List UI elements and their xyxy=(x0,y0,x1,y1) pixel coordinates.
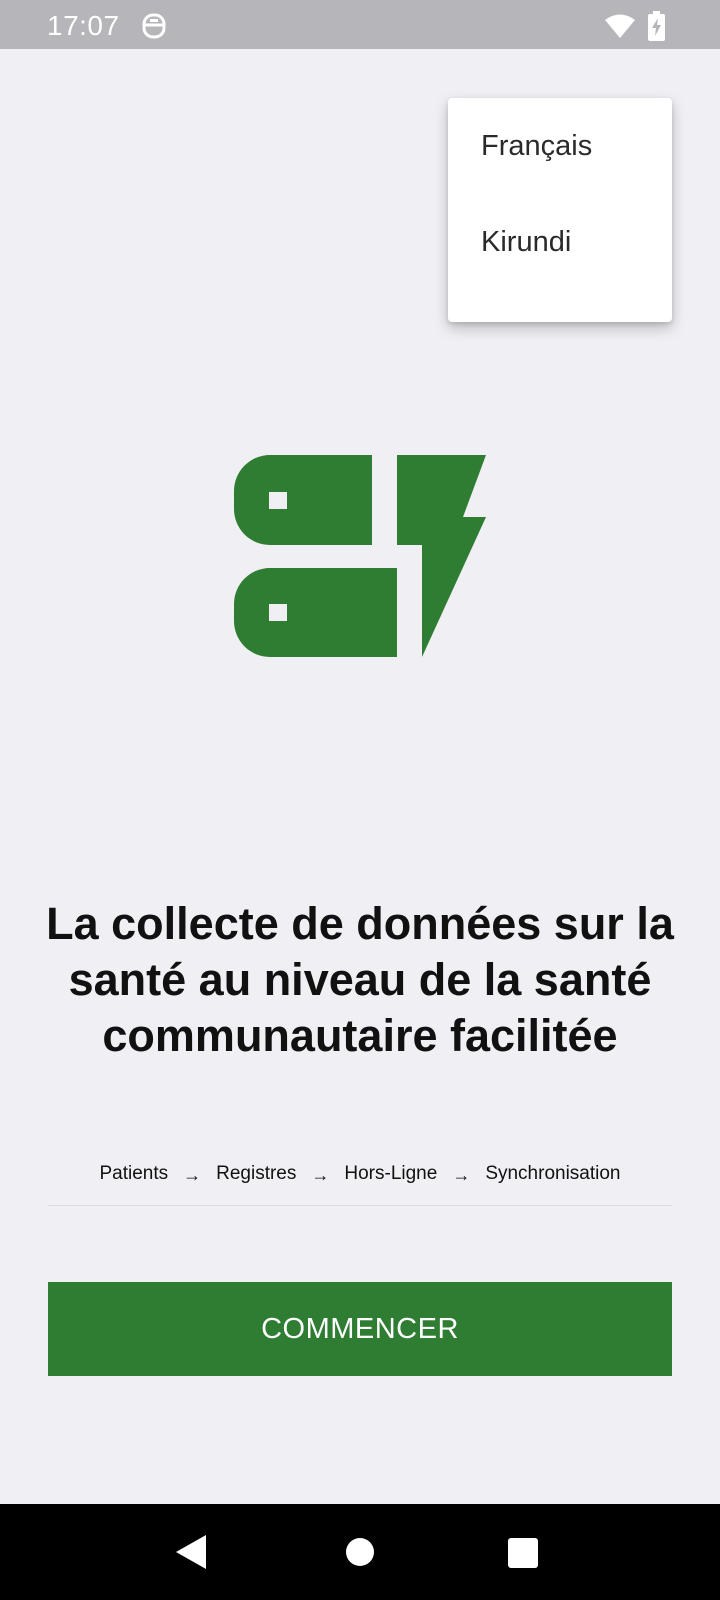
database-bolt-logo xyxy=(234,455,486,657)
feature-steps: Patients → Registres → Hors-Ligne → Synchronis… xyxy=(48,1163,672,1185)
battery-charging-icon xyxy=(648,11,665,41)
menu-item-kirundi[interactable]: Kirundi xyxy=(448,194,672,290)
headline: La collecte de données sur la santé au n… xyxy=(46,898,674,1061)
recents-icon[interactable] xyxy=(508,1538,538,1568)
step-synchronisation: Synchronisation xyxy=(485,1163,621,1184)
start-button[interactable]: COMMENCER xyxy=(48,1282,672,1376)
navigation-bar xyxy=(0,1504,720,1600)
divider xyxy=(48,1205,672,1206)
step-patients: Patients xyxy=(99,1163,169,1184)
wifi-icon xyxy=(605,14,635,38)
status-time: 17:07 xyxy=(47,10,120,41)
home-icon[interactable] xyxy=(346,1538,374,1566)
arrow-icon: → xyxy=(311,1165,330,1185)
language-menu: Français Kirundi xyxy=(448,98,672,322)
arrow-icon: → xyxy=(183,1165,202,1185)
app-screen: 17:07 Français Kirundi La collecte de do… xyxy=(0,0,720,1600)
step-hors-ligne: Hors-Ligne xyxy=(344,1163,438,1184)
arrow-icon: → xyxy=(452,1165,471,1185)
back-icon[interactable] xyxy=(176,1535,208,1569)
status-bar: 17:07 xyxy=(0,0,720,49)
app-notification-icon xyxy=(142,13,166,39)
step-registres: Registres xyxy=(216,1163,297,1184)
menu-item-francais[interactable]: Français xyxy=(448,98,672,194)
